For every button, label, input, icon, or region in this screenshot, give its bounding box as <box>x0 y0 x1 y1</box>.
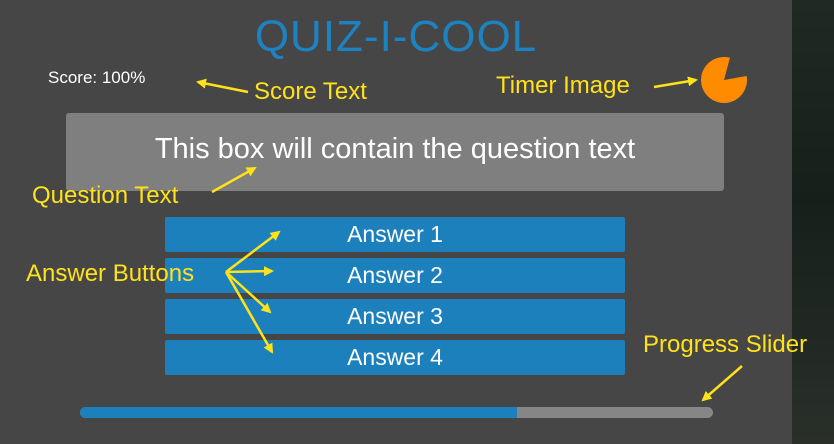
answer-button-4[interactable]: Answer 4 <box>165 340 625 375</box>
callout-timer-image: Timer Image <box>496 72 630 99</box>
callout-answer-buttons: Answer Buttons <box>26 260 195 287</box>
app-title: QUIZ-I-COOL <box>254 12 538 61</box>
question-box: This box will contain the question text <box>66 113 724 191</box>
progress-fill <box>80 407 517 418</box>
timer-pie-icon <box>700 56 747 103</box>
progress-slider[interactable] <box>80 407 713 418</box>
arrow-to-timer <box>653 76 698 89</box>
score-text: Score: 100% <box>48 68 146 87</box>
question-text: This box will contain the question text <box>154 133 636 165</box>
arrow-to-score <box>196 78 249 94</box>
callout-score-text: Score Text <box>254 78 367 105</box>
callout-question-text: Question Text <box>32 182 179 209</box>
arrow-to-progress <box>701 365 743 402</box>
callout-progress-slider: Progress Slider <box>643 331 808 358</box>
answer-button-3[interactable]: Answer 3 <box>165 299 625 334</box>
background-edge <box>792 0 834 444</box>
answer-button-1[interactable]: Answer 1 <box>165 217 625 252</box>
answer-button-2[interactable]: Answer 2 <box>165 258 625 293</box>
